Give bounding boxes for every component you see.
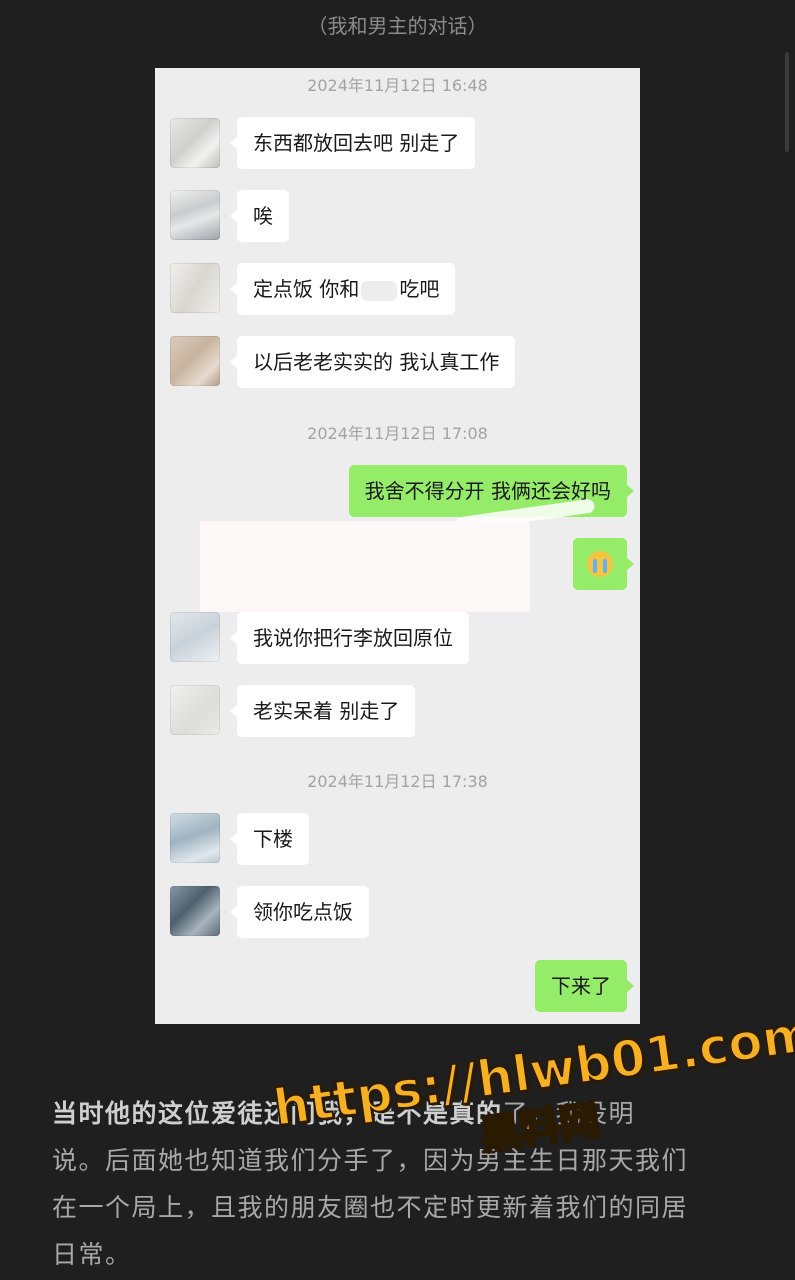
incoming-message[interactable]: 唉 bbox=[230, 190, 289, 242]
contact-avatar[interactable] bbox=[170, 685, 220, 735]
outgoing-message[interactable]: 下来了 bbox=[535, 960, 634, 1012]
incoming-message[interactable]: 下楼 bbox=[230, 813, 309, 865]
scrollbar[interactable] bbox=[785, 52, 789, 152]
redacted-name bbox=[361, 280, 398, 301]
article-line: 在一个局上，且我的朋友圈也不定时更新着我们的同居 bbox=[52, 1193, 689, 1222]
timestamp: 2024年11月12日 16:48 bbox=[307, 76, 488, 95]
contact-avatar[interactable] bbox=[170, 336, 220, 386]
contact-avatar[interactable] bbox=[170, 118, 220, 168]
contact-avatar[interactable] bbox=[170, 813, 220, 863]
article-line: 日常。 bbox=[52, 1240, 132, 1269]
message-text: 定点饭 你和 bbox=[253, 277, 360, 301]
incoming-message[interactable]: 东西都放回去吧 别走了 bbox=[229, 117, 476, 169]
crying-emoji-icon bbox=[587, 550, 613, 577]
redaction-cover bbox=[200, 521, 530, 612]
chat-screenshot: 2024年11月12日 16:48 东西都放回去吧 别走了 唉 定点饭 你和 吃吧… bbox=[155, 68, 640, 1024]
timestamp: 2024年11月12日 17:08 bbox=[307, 424, 488, 443]
incoming-message[interactable]: 老实呆着 别走了 bbox=[229, 685, 416, 737]
contact-avatar[interactable] bbox=[170, 263, 220, 313]
image-caption: （我和男主的对话） bbox=[307, 14, 488, 38]
incoming-message[interactable]: 我说你把行李放回原位 bbox=[230, 612, 469, 664]
incoming-message[interactable]: 定点饭 你和 吃吧 bbox=[229, 263, 456, 315]
message-text: 吃吧 bbox=[399, 277, 440, 301]
contact-avatar[interactable] bbox=[170, 190, 220, 240]
timestamp: 2024年11月12日 17:38 bbox=[307, 772, 488, 791]
contact-avatar[interactable] bbox=[170, 612, 220, 662]
incoming-message[interactable]: 领你吃点饭 bbox=[230, 886, 369, 938]
incoming-message[interactable]: 以后老老实实的 我认真工作 bbox=[229, 336, 516, 388]
contact-avatar[interactable] bbox=[170, 886, 220, 936]
outgoing-message[interactable] bbox=[573, 538, 634, 590]
